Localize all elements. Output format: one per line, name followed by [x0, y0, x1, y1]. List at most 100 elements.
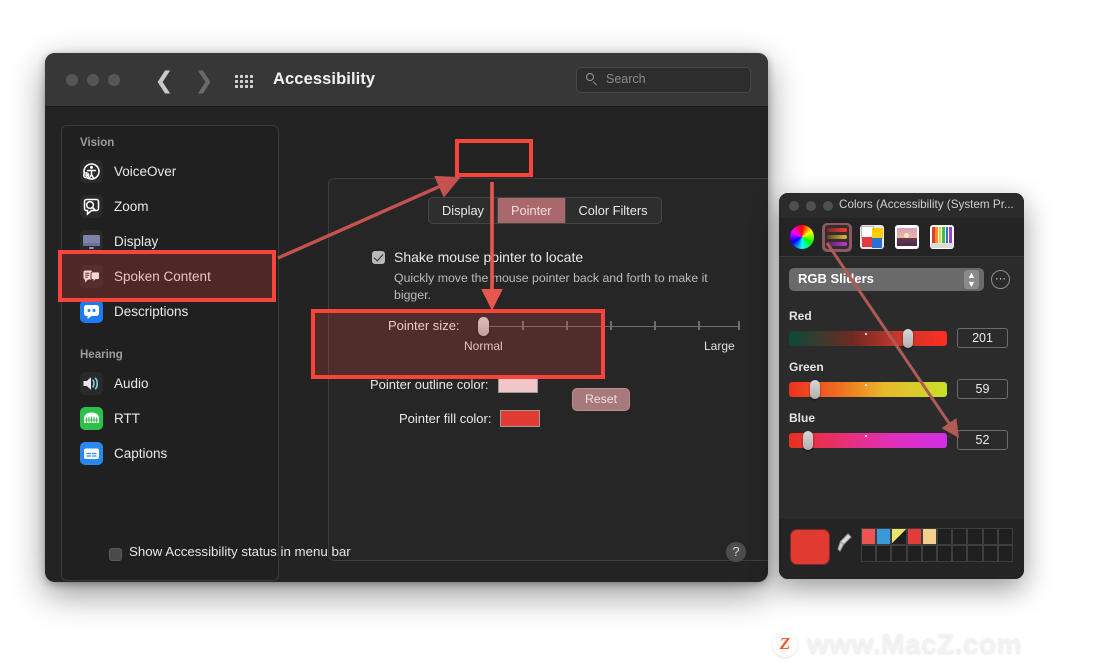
annotation-box-display-sidebar-item: [58, 250, 276, 302]
color-swatch-grid[interactable]: [861, 528, 1014, 562]
red-slider-group: Red 201: [789, 309, 1014, 348]
shake-pointer-checkbox-row[interactable]: Shake mouse pointer to locate: [372, 249, 583, 265]
color-sliders-icon[interactable]: [822, 222, 852, 252]
image-palettes-icon[interactable]: [892, 223, 922, 252]
minimize-button[interactable]: [87, 74, 99, 86]
sidebar-item-zoom[interactable]: Zoom: [62, 189, 278, 224]
color-mode-select[interactable]: RGB Sliders ▲ ▼: [789, 268, 984, 291]
sidebar-item-captions[interactable]: Captions: [62, 436, 278, 471]
sidebar-group-hearing: Hearing: [80, 349, 123, 361]
colors-panel-title: Colors (Accessibility (System Pr...: [839, 198, 1014, 211]
slider-max-label: Large: [704, 339, 735, 353]
green-value[interactable]: 59: [957, 379, 1008, 399]
swatch-cell[interactable]: [891, 545, 907, 562]
colors-panel-body: RGB Sliders ▲ ▼ ⋯ Red 201 Green 59 Blue …: [779, 256, 1024, 519]
shake-pointer-checkbox[interactable]: [372, 251, 385, 264]
swatch-cell[interactable]: [952, 545, 968, 562]
green-slider-thumb[interactable]: [809, 379, 820, 399]
colors-panel-titlebar: Colors (Accessibility (System Pr...: [779, 193, 1024, 218]
green-slider-label: Green: [789, 360, 824, 374]
swatch-cell[interactable]: [952, 528, 968, 545]
swatch-cell[interactable]: [876, 528, 892, 545]
colors-minimize-button[interactable]: [806, 201, 816, 211]
watermark-text: www.MacZ.com: [807, 628, 1023, 659]
swatch-cell[interactable]: [982, 528, 998, 545]
swatch-cell[interactable]: [921, 528, 938, 545]
swatch-cell[interactable]: [891, 528, 907, 545]
audio-icon: [80, 372, 103, 395]
blue-slider[interactable]: [789, 430, 947, 450]
sidebar-item-voiceover[interactable]: VoiceOver: [62, 154, 278, 189]
red-slider-label: Red: [789, 309, 812, 323]
crayons-icon[interactable]: [927, 223, 957, 252]
maximize-button[interactable]: [108, 74, 120, 86]
sidebar[interactable]: Vision VoiceOver Zoom Display Spoken Con…: [61, 125, 279, 581]
colors-close-button[interactable]: [789, 201, 799, 211]
watermark: Z www.MacZ.com: [772, 628, 1022, 660]
sidebar-item-label: Audio: [114, 376, 149, 391]
sidebar-item-audio[interactable]: Audio: [62, 366, 278, 401]
ellipsis-circle-icon[interactable]: ⋯: [991, 270, 1010, 289]
red-slider[interactable]: [789, 328, 947, 348]
help-button[interactable]: ?: [726, 542, 746, 562]
shake-pointer-label: Shake mouse pointer to locate: [394, 249, 584, 265]
red-value[interactable]: 201: [957, 328, 1008, 348]
swatch-cell[interactable]: [876, 545, 892, 562]
show-status-checkbox[interactable]: [109, 548, 122, 561]
color-palettes-icon[interactable]: [857, 223, 887, 252]
swatch-cell[interactable]: [997, 528, 1014, 545]
swatch-cell[interactable]: [937, 545, 953, 562]
swatch-cell[interactable]: [921, 545, 938, 562]
screenshot-stage: ❮ ❯ Accessibility Search Vision VoiceOve…: [0, 0, 1120, 671]
captions-icon: [80, 442, 103, 465]
rtt-icon: [80, 407, 103, 430]
sidebar-item-label: VoiceOver: [114, 164, 177, 179]
swatch-cell[interactable]: [861, 545, 877, 562]
pointer-fill-color-swatch[interactable]: [500, 410, 541, 427]
swatch-cell[interactable]: [967, 528, 983, 545]
swatch-cell[interactable]: [997, 545, 1014, 562]
watermark-badge: Z: [772, 631, 798, 657]
red-slider-thumb[interactable]: [902, 328, 913, 348]
tab-pointer[interactable]: Pointer: [497, 198, 566, 223]
annotation-box-pointer-tab: [455, 139, 533, 177]
sidebar-item-label: Descriptions: [114, 304, 189, 319]
search-input[interactable]: Search: [576, 67, 751, 93]
chevron-updown-icon[interactable]: ▲ ▼: [964, 270, 979, 289]
tab-color-filters[interactable]: Color Filters: [566, 198, 661, 223]
tab-bar[interactable]: Display Pointer Color Filters: [428, 197, 662, 224]
sidebar-item-label: RTT: [114, 411, 140, 426]
page-title: Accessibility: [273, 70, 376, 88]
swatch-cell[interactable]: [982, 545, 998, 562]
swatch-cell[interactable]: [937, 528, 953, 545]
colors-toolbar[interactable]: [779, 218, 1024, 256]
swatch-cell[interactable]: [967, 545, 983, 562]
blue-slider-group: Blue 52: [789, 411, 1014, 450]
shake-pointer-description: Quickly move the mouse pointer back and …: [394, 271, 708, 302]
blue-slider-thumb[interactable]: [803, 430, 814, 450]
tab-display[interactable]: Display: [429, 198, 498, 223]
sidebar-item-rtt[interactable]: RTT: [62, 401, 278, 436]
eyedropper-icon[interactable]: [836, 531, 854, 561]
descriptions-icon: [80, 300, 103, 323]
close-button[interactable]: [66, 74, 78, 86]
apps-grid-icon[interactable]: [235, 75, 259, 91]
sidebar-item-label: Zoom: [114, 199, 149, 214]
colors-panel-footer: [779, 519, 1024, 579]
color-wheel-icon[interactable]: [787, 223, 817, 252]
current-color-swatch[interactable]: [790, 529, 830, 565]
watermark-badge-letter: Z: [779, 634, 791, 653]
swatch-cell[interactable]: [861, 528, 877, 545]
swatch-cell[interactable]: [906, 528, 922, 545]
green-slider[interactable]: [789, 379, 947, 399]
chevron-left-icon[interactable]: ❮: [153, 67, 175, 93]
swatch-cell[interactable]: [906, 545, 922, 562]
chevron-right-icon[interactable]: ❯: [193, 67, 215, 93]
color-mode-select-row: RGB Sliders ▲ ▼ ⋯: [789, 268, 1014, 291]
blue-value[interactable]: 52: [957, 430, 1008, 450]
sidebar-item-label: Display: [114, 234, 159, 249]
swatch-row: [861, 528, 1014, 545]
window-titlebar: ❮ ❯ Accessibility Search: [45, 53, 768, 107]
reset-button[interactable]: Reset: [572, 388, 630, 411]
colors-maximize-button[interactable]: [823, 201, 833, 211]
